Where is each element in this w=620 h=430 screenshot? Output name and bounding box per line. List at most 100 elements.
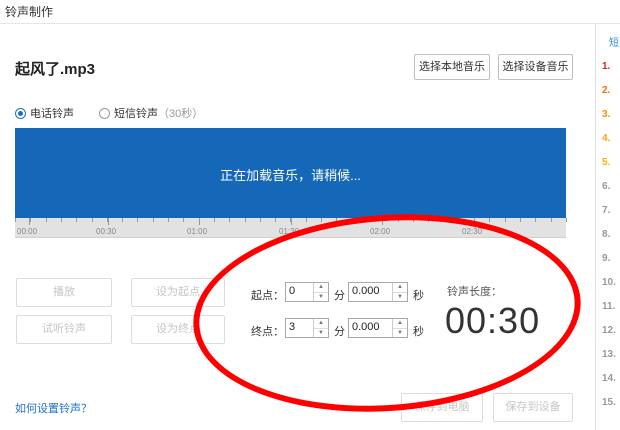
- end-label: 终点：: [251, 326, 284, 338]
- timeline-tick: [535, 218, 536, 222]
- ranking-item[interactable]: 7.: [602, 205, 610, 216]
- ranking-item[interactable]: 4.: [602, 133, 610, 144]
- end-second-stepper[interactable]: 0.000 ▲ ▼: [348, 318, 408, 338]
- end-second-unit: 秒: [413, 326, 424, 338]
- timeline-tick: [245, 218, 246, 222]
- radio-checked-icon: [15, 108, 26, 119]
- start-second-unit: 秒: [413, 290, 424, 302]
- timeline-tick-label: 01:30: [279, 227, 300, 236]
- radio-unchecked-icon: [99, 108, 110, 119]
- end-minute-unit: 分: [334, 326, 345, 338]
- save-to-pc-button[interactable]: 保存到电脑: [401, 393, 483, 422]
- timeline-tick: [489, 218, 490, 222]
- timeline-tick: [306, 218, 307, 222]
- ranking-item[interactable]: 10.: [602, 277, 616, 288]
- set-end-button[interactable]: 设为终点: [131, 315, 225, 344]
- end-minute-stepper[interactable]: 3 ▲ ▼: [285, 318, 329, 338]
- ranking-item[interactable]: 2.: [602, 85, 610, 96]
- ranking-item[interactable]: 15.: [602, 397, 616, 408]
- down-arrow-icon[interactable]: ▼: [393, 292, 407, 301]
- timeline-tick: [137, 218, 138, 222]
- timeline-tick: [505, 218, 506, 222]
- timeline-major-tick: [108, 218, 109, 225]
- timeline-tick-label: 00:30: [96, 227, 117, 236]
- timeline-tick: [260, 218, 261, 222]
- timeline-tick: [321, 218, 322, 222]
- timeline-tick: [352, 218, 353, 222]
- waveform-area[interactable]: 正在加载音乐，请稍候...: [15, 128, 566, 218]
- ranking-item[interactable]: 11.: [602, 301, 615, 312]
- down-arrow-icon[interactable]: ▼: [393, 328, 407, 337]
- down-arrow-icon[interactable]: ▼: [314, 292, 328, 301]
- up-arrow-icon[interactable]: ▲: [314, 319, 328, 328]
- timeline-major-tick: [29, 218, 30, 225]
- timeline-tick-label: 00:00: [17, 227, 38, 236]
- timeline-tick: [459, 218, 460, 222]
- timeline-tick: [168, 218, 169, 222]
- timeline-tick: [30, 218, 31, 222]
- timeline-tick-label: 01:00: [187, 227, 208, 236]
- timeline-tick: [76, 218, 77, 222]
- timeline-major-tick: [291, 218, 292, 225]
- save-to-device-button[interactable]: 保存到设备: [493, 393, 573, 422]
- ranking-item[interactable]: 12.: [602, 325, 616, 336]
- up-arrow-icon[interactable]: ▲: [393, 283, 407, 292]
- timeline-tick: [183, 218, 184, 222]
- timeline-tick: [367, 218, 368, 222]
- ranking-item[interactable]: 3.: [602, 109, 610, 120]
- timeline-tick: [214, 218, 215, 222]
- start-minute-unit: 分: [334, 290, 345, 302]
- ringtone-length-value: 00:30: [445, 300, 541, 341]
- play-button[interactable]: 播放: [16, 278, 112, 307]
- up-arrow-icon[interactable]: ▲: [393, 319, 407, 328]
- sms-ringtone-hint: （30秒）: [158, 108, 204, 120]
- timeline-tick: [413, 218, 414, 222]
- timeline-tick: [520, 218, 521, 222]
- timeline-tick: [551, 218, 552, 222]
- help-link[interactable]: 如何设置铃声？: [15, 400, 92, 416]
- start-second-stepper[interactable]: 0.000 ▲ ▼: [348, 282, 408, 302]
- start-second-value: 0.000: [352, 285, 380, 297]
- timeline-tick: [398, 218, 399, 222]
- sms-ringtone-radio[interactable]: 短信铃声（30秒）: [99, 106, 203, 122]
- ranking-item[interactable]: 13.: [602, 349, 616, 360]
- timeline-tick: [566, 218, 567, 222]
- down-arrow-icon[interactable]: ▼: [314, 328, 328, 337]
- timeline-major-tick: [382, 218, 383, 225]
- call-ringtone-radio[interactable]: 电话铃声: [15, 106, 74, 122]
- start-label: 起点：: [251, 290, 284, 302]
- timeline-major-tick: [199, 218, 200, 225]
- title-bar: 铃声制作: [0, 0, 620, 24]
- end-minute-value: 3: [289, 321, 296, 333]
- loading-message: 正在加载音乐，请稍候...: [220, 168, 361, 183]
- timeline-tick: [122, 218, 123, 222]
- select-device-music-button[interactable]: 选择设备音乐: [498, 54, 573, 80]
- timeline-tick-label: 02:00: [370, 227, 391, 236]
- start-minute-value: 0: [289, 285, 296, 297]
- timeline-tick: [61, 218, 62, 222]
- up-arrow-icon[interactable]: ▲: [314, 283, 328, 292]
- end-second-value: 0.000: [352, 321, 380, 333]
- sms-ringtone-label: 短信铃声: [114, 108, 158, 120]
- ranking-item[interactable]: 5.: [602, 157, 610, 168]
- ranking-panel-title: 短: [609, 38, 619, 49]
- timeline-tick: [153, 218, 154, 222]
- timeline-tick: [443, 218, 444, 222]
- timeline-tick: [92, 218, 93, 222]
- timeline-ruler[interactable]: 00:00 00:30 01:00 01:30 02:00 02:30: [15, 218, 567, 238]
- ranking-item[interactable]: 6.: [602, 181, 610, 192]
- preview-ringtone-button[interactable]: 试听铃声: [16, 315, 112, 344]
- timeline-tick: [229, 218, 230, 222]
- timeline-tick-label: 02:30: [462, 227, 483, 236]
- window-title: 铃声制作: [5, 5, 54, 19]
- ranking-item[interactable]: 8.: [602, 229, 610, 240]
- ranking-item[interactable]: 9.: [602, 253, 610, 264]
- ranking-item[interactable]: 1.: [602, 61, 610, 72]
- set-start-button[interactable]: 设为起点: [131, 278, 225, 307]
- ringtone-ranking-panel: 短 1. 2. 3. 4. 5. 6. 7. 8. 9. 10. 11. 12. 13. 14. 15.: [595, 24, 620, 430]
- ringtone-length-label: 铃声长度：: [447, 286, 502, 298]
- select-local-music-button[interactable]: 选择本地音乐: [414, 54, 490, 80]
- timeline-tick: [15, 218, 16, 222]
- ranking-item[interactable]: 14.: [602, 373, 616, 384]
- start-minute-stepper[interactable]: 0 ▲ ▼: [285, 282, 329, 302]
